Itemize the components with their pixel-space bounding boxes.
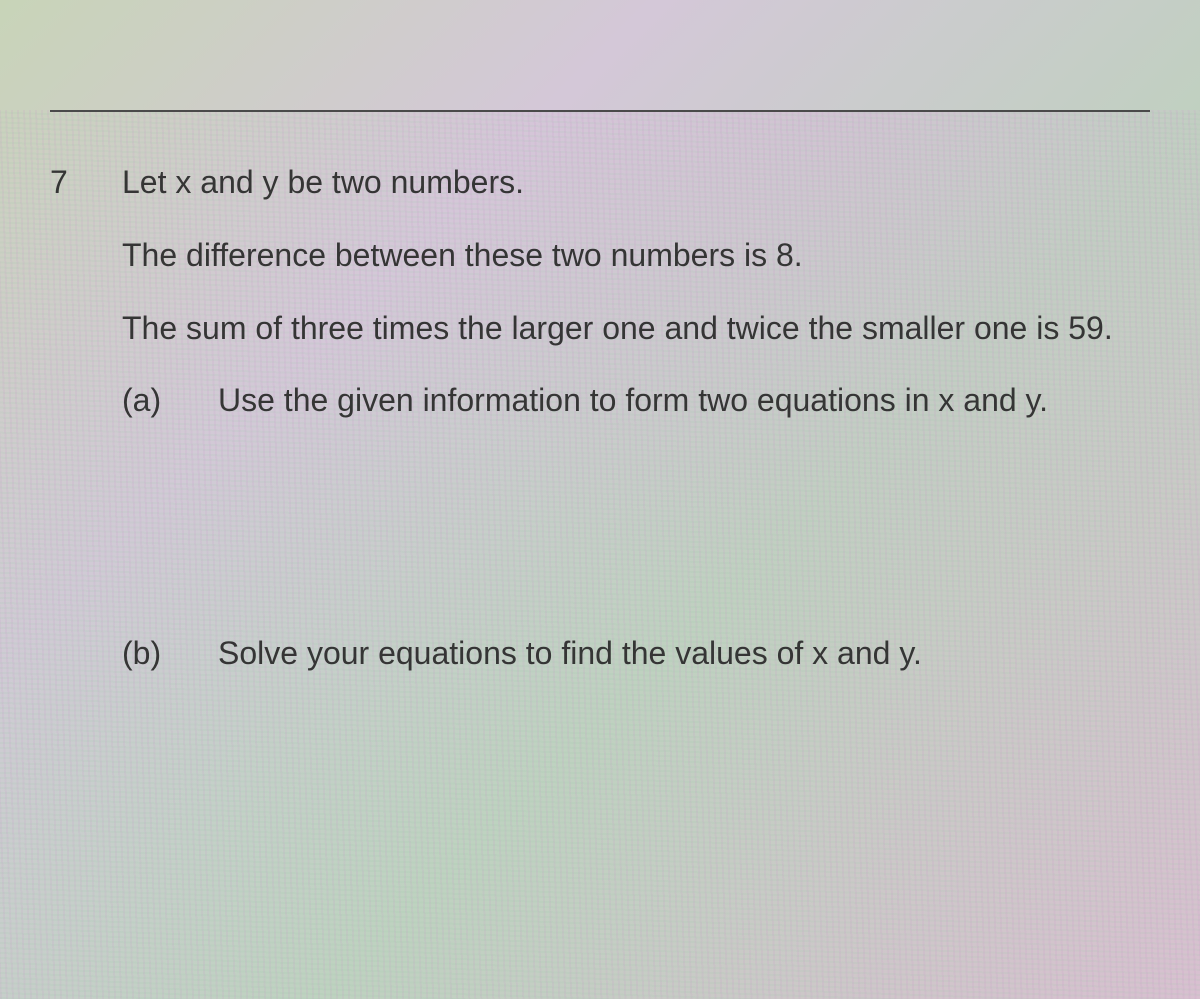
part-a: (a) Use the given information to form tw… bbox=[122, 378, 1150, 423]
intro-line-1: Let x and y be two numbers. bbox=[122, 160, 1150, 205]
question-body: Let x and y be two numbers. The differen… bbox=[122, 160, 1150, 914]
part-a-text: Use the given information to form two eq… bbox=[218, 378, 1048, 423]
section-divider bbox=[50, 110, 1150, 112]
part-b-label: (b) bbox=[122, 631, 218, 676]
intro-line-2: The difference between these two numbers… bbox=[122, 233, 1150, 278]
answer-space-a bbox=[122, 451, 1150, 631]
intro-line-3: The sum of three times the larger one an… bbox=[122, 306, 1150, 351]
part-a-label: (a) bbox=[122, 378, 218, 423]
part-b-text: Solve your equations to find the values … bbox=[218, 631, 922, 676]
part-b: (b) Solve your equations to find the val… bbox=[122, 631, 1150, 676]
question-number: 7 bbox=[50, 160, 122, 914]
page-content: 7 Let x and y be two numbers. The differ… bbox=[0, 110, 1200, 914]
question-block: 7 Let x and y be two numbers. The differ… bbox=[50, 160, 1150, 914]
answer-space-b bbox=[122, 704, 1150, 914]
